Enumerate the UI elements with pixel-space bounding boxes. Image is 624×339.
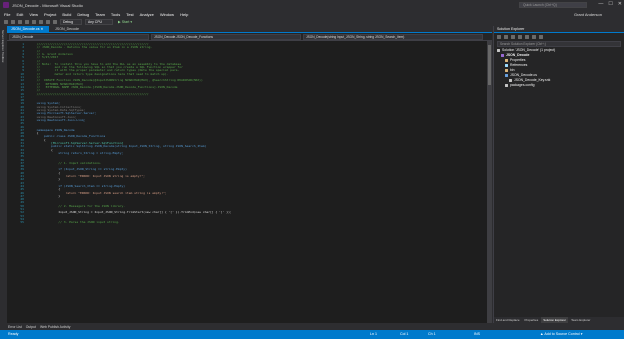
open-file-icon[interactable] bbox=[25, 20, 29, 24]
tree-item-icon bbox=[505, 69, 508, 72]
tab-json-decode-cs[interactable]: JSON_Decode.cs ✕ bbox=[7, 26, 49, 33]
signed-in-user[interactable]: Grant Anderson bbox=[574, 12, 602, 17]
member-dropdown[interactable]: JSON_Decode(string Input_JSON_String, st… bbox=[303, 34, 483, 40]
toolbox-tab[interactable]: Toolbox bbox=[1, 52, 5, 62]
code-line[interactable]: 55 // 3. Parse the JSON input string. bbox=[7, 220, 492, 225]
menu-bar: File Edit View Project Build Debug Team … bbox=[0, 10, 624, 18]
save-icon[interactable] bbox=[32, 20, 36, 24]
solution-explorer-panel: Solution Explorer Search Solution Explor… bbox=[493, 26, 624, 323]
status-line: Ln 1 bbox=[370, 332, 377, 336]
solution-search-input[interactable]: Search Solution Explorer (Ctrl+;) bbox=[497, 41, 621, 47]
tab-web-publish-activity[interactable]: Web Publish Activity bbox=[40, 325, 70, 329]
menu-debug[interactable]: Debug bbox=[77, 12, 89, 17]
menu-file[interactable]: File bbox=[4, 12, 10, 17]
status-insert-mode: INS bbox=[474, 332, 480, 336]
quick-launch-input[interactable]: Quick Launch (Ctrl+Q) bbox=[519, 2, 587, 8]
menu-help[interactable]: Help bbox=[180, 12, 188, 17]
window-controls: — ☐ ✕ bbox=[598, 1, 622, 7]
visual-studio-logo-icon bbox=[3, 2, 9, 8]
back-icon[interactable] bbox=[4, 20, 8, 24]
status-text: Ready bbox=[8, 332, 19, 336]
menu-window[interactable]: Window bbox=[160, 12, 174, 17]
solution-explorer-toolbar bbox=[494, 33, 624, 40]
menu-build[interactable]: Build bbox=[62, 12, 71, 17]
scrollbar-thumb[interactable] bbox=[488, 45, 491, 85]
sol-properties-icon[interactable] bbox=[539, 34, 543, 39]
server-explorer-tab[interactable]: Server Explorer bbox=[1, 30, 5, 51]
redo-icon[interactable] bbox=[53, 20, 57, 24]
window-title: JSON_Decode - Microsoft Visual Studio bbox=[12, 2, 83, 8]
tab-output[interactable]: Output bbox=[26, 325, 36, 329]
new-project-icon[interactable] bbox=[18, 20, 22, 24]
status-column: Col 1 bbox=[400, 332, 409, 336]
tree-item-icon bbox=[501, 54, 504, 57]
tab-json-decode-project[interactable]: JSON_Decode bbox=[51, 26, 89, 33]
project-dropdown[interactable]: JSON_Decode bbox=[9, 34, 149, 40]
editor-vertical-scrollbar[interactable] bbox=[487, 41, 492, 323]
tree-item-icon bbox=[505, 74, 508, 77]
minimize-button[interactable]: — bbox=[598, 1, 603, 7]
type-dropdown[interactable]: JSON_Decode.JSON_Decode_Functions bbox=[151, 34, 301, 40]
start-debugging-button[interactable]: ▶ Start ▾ bbox=[118, 20, 132, 24]
add-to-source-control-button[interactable]: ▲ Add to Source Control ▾ bbox=[540, 332, 583, 336]
code-navigation-bar: JSON_Decode JSON_Decode.JSON_Decode_Func… bbox=[7, 33, 492, 41]
document-tab-strip: JSON_Decode.cs ✕ JSON_Decode bbox=[7, 26, 492, 33]
menu-project[interactable]: Project bbox=[44, 12, 56, 17]
save-all-icon[interactable] bbox=[39, 20, 43, 24]
solution-explorer-title: Solution Explorer bbox=[494, 26, 624, 33]
code-editor[interactable]: 1 //////////////////////////////////////… bbox=[7, 41, 492, 323]
sol-back-icon[interactable] bbox=[497, 34, 501, 39]
forward-icon[interactable] bbox=[11, 20, 15, 24]
standard-toolbar: Debug Any CPU ▶ Start ▾ bbox=[0, 18, 624, 26]
tree-item-label: packages.config bbox=[510, 83, 535, 87]
solution-configuration-select[interactable]: Debug bbox=[60, 19, 82, 25]
close-button[interactable]: ✕ bbox=[618, 1, 622, 7]
tree-item-icon bbox=[505, 84, 508, 87]
sol-refresh-icon[interactable] bbox=[525, 34, 529, 39]
code-text: // 3. Parse the JSON input string. bbox=[33, 220, 120, 225]
sol-home-icon[interactable] bbox=[511, 34, 515, 39]
menu-analyze[interactable]: Analyze bbox=[140, 12, 154, 17]
tree-item-icon bbox=[509, 79, 512, 82]
menu-edit[interactable]: Edit bbox=[16, 12, 23, 17]
tool-window-tabs: Error List Output Web Publish Activity bbox=[0, 323, 624, 330]
menu-test[interactable]: Test bbox=[126, 12, 133, 17]
sol-collapse-icon[interactable] bbox=[532, 34, 536, 39]
tree-item-icon bbox=[497, 49, 500, 52]
status-char: Ch 1 bbox=[428, 332, 436, 336]
menu-tools[interactable]: Tools bbox=[111, 12, 120, 17]
sol-sync-icon[interactable] bbox=[518, 34, 522, 39]
line-number: 55 bbox=[20, 220, 24, 225]
menu-team[interactable]: Team bbox=[95, 12, 105, 17]
solution-tree-item[interactable]: packages.config bbox=[494, 83, 624, 88]
sol-forward-icon[interactable] bbox=[504, 34, 508, 39]
tree-item-icon bbox=[505, 64, 508, 67]
tree-item-icon bbox=[505, 59, 508, 62]
solution-platform-select[interactable]: Any CPU bbox=[85, 19, 113, 25]
menu-view[interactable]: View bbox=[29, 12, 38, 17]
tab-error-list[interactable]: Error List bbox=[8, 325, 22, 329]
solution-tree: Solution 'JSON_Decode' (1 project) JSON_D… bbox=[494, 48, 624, 88]
title-bar: JSON_Decode - Microsoft Visual Studio Qu… bbox=[0, 0, 624, 10]
status-bar: Ready Ln 1 Col 1 Ch 1 INS ▲ Add to Sourc… bbox=[0, 330, 624, 339]
undo-icon[interactable] bbox=[46, 20, 50, 24]
maximize-button[interactable]: ☐ bbox=[608, 1, 612, 7]
left-tool-strip: Server Explorer Toolbox bbox=[0, 26, 7, 323]
